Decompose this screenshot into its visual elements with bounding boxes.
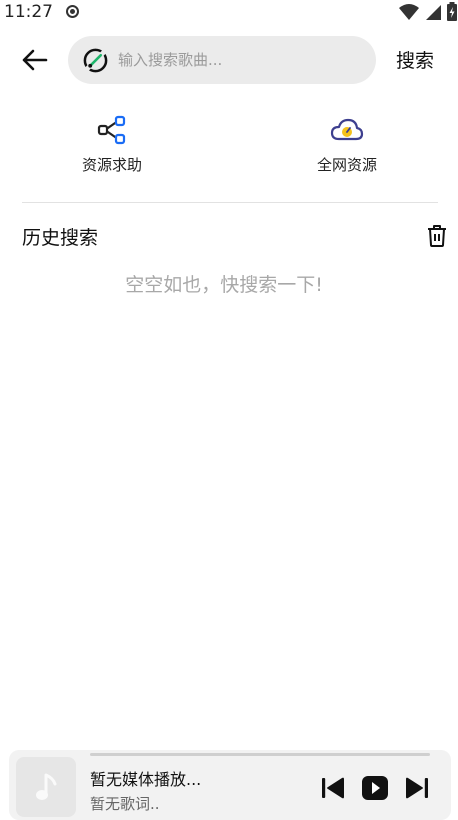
record-dot-icon <box>66 5 79 18</box>
app-logo-icon <box>83 48 108 73</box>
next-button[interactable] <box>403 774 431 802</box>
skip-previous-icon <box>322 777 344 799</box>
cloud-gauge-icon <box>329 114 365 146</box>
search-input[interactable] <box>118 36 363 84</box>
playback-progress-bar[interactable] <box>90 753 430 756</box>
album-cover[interactable] <box>16 757 76 817</box>
play-icon <box>362 776 388 800</box>
empty-history-text: 空空如也，快搜索一下! <box>125 274 323 296</box>
mini-player[interactable]: 暂无媒体播放... 暂无歌词.. <box>9 750 451 820</box>
clear-history-button[interactable] <box>426 224 450 248</box>
top-bar: 搜索 <box>0 34 458 86</box>
all-network-resources-button[interactable]: 全网资源 <box>277 114 417 178</box>
search-box[interactable] <box>68 36 376 84</box>
back-button[interactable] <box>16 44 52 76</box>
play-button[interactable] <box>361 774 389 802</box>
skip-next-icon <box>406 777 428 799</box>
divider <box>22 202 438 203</box>
music-note-icon <box>36 773 57 800</box>
resource-help-label: 资源求助 <box>81 156 142 174</box>
previous-button[interactable] <box>319 774 347 802</box>
search-button[interactable]: 搜索 <box>396 46 434 73</box>
trash-icon <box>428 225 446 247</box>
all-network-resources-label: 全网资源 <box>316 156 377 174</box>
track-lyric: 暂无歌词.. <box>90 795 160 813</box>
cell-signal-icon <box>426 5 441 20</box>
share-nodes-icon <box>94 114 130 146</box>
track-title: 暂无媒体播放... <box>90 770 202 789</box>
wifi-icon <box>399 4 419 20</box>
status-bar: 11:27 <box>0 0 458 26</box>
status-icons <box>398 2 458 22</box>
battery-charging-icon <box>447 2 457 21</box>
resource-help-button[interactable]: 资源求助 <box>42 114 182 178</box>
history-title: 历史搜索 <box>22 227 99 249</box>
arrow-left-icon <box>22 49 48 71</box>
status-time: 11:27 <box>4 2 53 22</box>
